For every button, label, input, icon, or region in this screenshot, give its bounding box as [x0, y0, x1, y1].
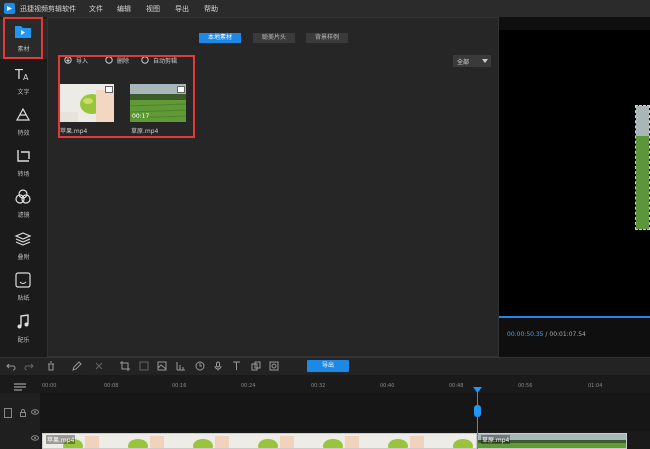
eye-icon[interactable] — [31, 409, 39, 415]
clock-icon[interactable] — [195, 361, 205, 371]
copy-icon[interactable] — [251, 361, 261, 371]
ruler-tick: 00:32 — [311, 383, 326, 389]
overlay-track[interactable] — [40, 393, 650, 431]
preview-canvas — [499, 30, 650, 317]
edit-icon[interactable] — [72, 361, 82, 371]
clip-name: 草原.mp4 — [481, 435, 511, 444]
sidebar-item-label: 转场 — [17, 171, 30, 178]
clip-name: 苹果.mp4 — [46, 435, 76, 444]
effects-icon — [15, 107, 31, 121]
sidebar-item-label: 配乐 — [17, 337, 30, 344]
video-clip-grass[interactable]: 草原.mp4 — [477, 433, 627, 449]
ruler-tick: 00:00 — [42, 383, 57, 389]
timeline: 00:00 00:08 00:16 00:24 00:32 00:40 00:4… — [0, 375, 650, 449]
ruler-tick: 00:16 — [172, 383, 187, 389]
split-icon[interactable] — [94, 361, 104, 371]
mosaic-icon[interactable] — [139, 361, 149, 371]
lock-icon[interactable] — [20, 409, 26, 417]
transition-icon — [17, 150, 30, 162]
edit-toolbar: 导出 — [0, 357, 650, 376]
sidebar: 素材 TA 文字 特效 转场 滤镜 叠附 贴纸 配乐 — [0, 17, 47, 357]
app-title: 迅捷视频剪辑软件 — [20, 5, 76, 13]
sidebar-item-music[interactable]: 配乐 — [0, 310, 47, 350]
playhead-grip[interactable] — [474, 405, 481, 417]
delete-icon[interactable] — [46, 361, 56, 371]
music-icon — [17, 314, 29, 329]
ruler-tick: 01:04 — [588, 383, 603, 389]
tab-local-media[interactable]: 本地素材 — [199, 33, 241, 43]
svg-text:A: A — [23, 73, 29, 82]
app-logo-icon — [4, 3, 15, 14]
sidebar-item-sticker[interactable]: 贴纸 — [0, 268, 47, 308]
audio-icon[interactable] — [176, 361, 186, 371]
ruler-tick: 00:56 — [518, 383, 533, 389]
playhead[interactable] — [477, 388, 478, 449]
sidebar-item-label: 叠附 — [17, 254, 30, 261]
tab-intro[interactable]: 聪美片头 — [253, 33, 295, 43]
filter-icon — [15, 189, 31, 204]
text-tool-icon[interactable] — [232, 361, 242, 371]
crop-icon[interactable] — [120, 361, 130, 371]
svg-text:T: T — [14, 68, 23, 83]
overlay-icon — [14, 232, 32, 246]
microphone-icon[interactable] — [213, 361, 223, 371]
sidebar-item-label: 滤镜 — [17, 212, 30, 219]
preview-area: 00:00:50.35 / 00:01:07.54 — [499, 17, 650, 357]
sidebar-item-overlay[interactable]: 叠附 — [0, 227, 47, 267]
time-ruler[interactable]: 00:00 00:08 00:16 00:24 00:32 00:40 00:4… — [40, 375, 650, 394]
undo-icon[interactable] — [6, 361, 16, 371]
time-separator: / — [545, 331, 548, 338]
total-time: 00:01:07.54 — [549, 331, 586, 338]
image-icon[interactable] — [157, 361, 167, 371]
sidebar-item-effects[interactable]: 特效 — [0, 103, 47, 143]
current-time: 00:00:50.35 — [507, 331, 544, 338]
filter-value: 全部 — [457, 59, 470, 66]
mask-icon[interactable] — [269, 361, 279, 371]
sidebar-item-label: 特效 — [17, 130, 30, 137]
apple-filmstrip — [63, 436, 473, 448]
menu-help[interactable]: 帮助 — [204, 4, 218, 14]
ruler-tick: 00:48 — [449, 383, 464, 389]
tab-background[interactable]: 背景样例 — [306, 33, 348, 43]
eye-icon[interactable] — [31, 435, 39, 441]
menu-export[interactable]: 导出 — [175, 4, 189, 14]
text-icon: TA — [14, 68, 29, 83]
sidebar-item-label: 贴纸 — [17, 295, 30, 302]
menu-view[interactable]: 视图 — [146, 4, 160, 14]
track-clip-icon — [4, 408, 12, 418]
redo-icon[interactable] — [24, 361, 34, 371]
chevron-down-icon — [482, 59, 488, 63]
sticker-icon — [15, 272, 31, 288]
sidebar-item-transition[interactable]: 转场 — [0, 144, 47, 184]
ruler-tick: 00:40 — [380, 383, 395, 389]
export-label: 导出 — [321, 362, 334, 369]
sidebar-item-text[interactable]: TA 文字 — [0, 62, 47, 102]
sidebar-item-label: 文字 — [17, 89, 30, 96]
menu-bar: 迅捷视频剪辑软件 文件 编辑 视图 导出 帮助 — [0, 0, 650, 17]
sidebar-item-filter[interactable]: 滤镜 — [0, 185, 47, 225]
highlight-box-sidebar — [3, 17, 43, 59]
highlight-box-media — [58, 55, 195, 138]
export-button[interactable]: 导出 — [307, 360, 349, 372]
menu-edit[interactable]: 编辑 — [117, 4, 131, 14]
track-settings-icon[interactable] — [14, 382, 26, 392]
menu-file[interactable]: 文件 — [89, 4, 103, 14]
ruler-tick: 00:24 — [241, 383, 256, 389]
time-display: 00:00:50.35 / 00:01:07.54 — [507, 331, 586, 338]
overlay-track-header — [0, 393, 40, 431]
playhead-handle-icon[interactable] — [473, 387, 482, 393]
video-clip-apple[interactable]: 苹果.mp4 — [42, 433, 477, 449]
filter-dropdown[interactable]: 全部 — [453, 55, 491, 67]
preview-progress-bar[interactable] — [499, 316, 650, 318]
ruler-tick: 00:08 — [104, 383, 119, 389]
video-track-header — [0, 431, 40, 449]
preview-selected-clip[interactable] — [635, 105, 650, 230]
